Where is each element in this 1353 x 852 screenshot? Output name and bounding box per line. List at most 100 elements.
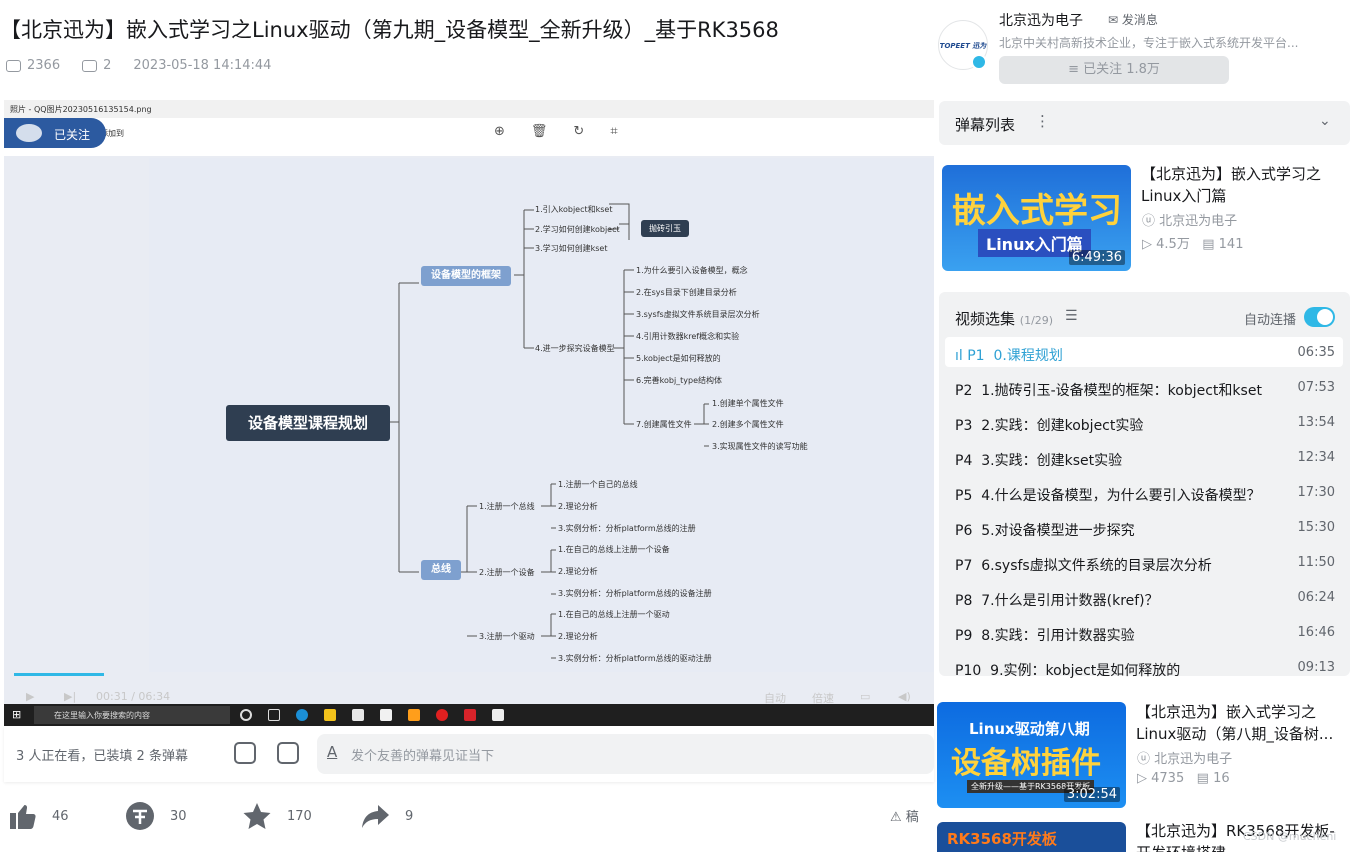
photo-viewer-toolbar (4, 118, 934, 156)
mindmap-leaf: 3.注册一个驱动 (479, 632, 535, 641)
rec-thumbnail[interactable]: 嵌入式学习 Linux入门篇 6:49:36 (942, 165, 1131, 271)
episode-number: P9 (955, 628, 973, 644)
play-button[interactable]: ▶ (26, 690, 34, 703)
playback-progress[interactable] (14, 673, 104, 676)
windows-start-icon: ⊞ (12, 708, 22, 721)
report-button[interactable]: ⚠ 稿 (890, 806, 919, 825)
episode-number: P4 (955, 453, 973, 469)
playlist-episode[interactable]: P10 9.实例：kobject是如何释放的 09:13 (955, 660, 1335, 680)
rec-author[interactable]: ⓤ 北京迅为电子 (1137, 748, 1232, 767)
mail-icon (380, 709, 392, 721)
star-icon (241, 800, 273, 832)
episode-duration: 06:24 (1297, 590, 1335, 605)
mindmap-leaf: 3.学习如何创建kset (535, 244, 608, 253)
playlist-title-text: 视频选集 (955, 310, 1016, 328)
playlist-episode[interactable]: P7 6.sysfs虚拟文件系统的目录层次分析 11:50 (955, 555, 1335, 575)
play-count-icon (6, 59, 21, 72)
playlist-episode[interactable]: P2 1.抛砖引玉-设备模型的框架：kobject和kset 07:53 (955, 380, 1335, 400)
thumbs-up-icon (6, 800, 38, 832)
volume-icon[interactable]: ◀) (898, 690, 911, 703)
viewer-tools: ⊕ 🗑 ↻ ⌗ (494, 124, 618, 139)
playlist-episode[interactable]: P4 3.实践：创建kset实验 12:34 (955, 450, 1335, 470)
mindmap-leaf: 4.引用计数器kref概念和实验 (636, 332, 740, 341)
rec-thumb-text: 嵌入式学习 (952, 191, 1122, 231)
danmaku-settings-icon[interactable] (277, 742, 299, 764)
rec-thumb-text: RK3568开发板 (947, 830, 1057, 848)
mindmap-leaf: 3.实例分析：分析platform总线的设备注册 (558, 589, 712, 598)
playlist-episode[interactable]: P5 4.什么是设备模型，为什么要引入设备模型？ 17:30 (955, 485, 1335, 505)
report-label: 稿 (905, 810, 919, 825)
rec-title[interactable]: 【北京迅为】嵌入式学习之Linux入门篇 (1141, 163, 1341, 207)
send-message-label: 发消息 (1121, 13, 1158, 27)
delete-icon: 🗑 (530, 124, 548, 139)
rec-author-name: 北京迅为电子 (1154, 752, 1233, 767)
playlist-episode[interactable]: P8 7.什么是引用计数器(kref)？ 06:24 (955, 590, 1335, 610)
app-icon (408, 709, 420, 721)
danmaku-list-panel[interactable]: 弹幕列表 ⋮ ⌄ (939, 101, 1350, 145)
video-player[interactable]: 照片 - QQ图片20230516135154.png ⊕ 🗑 ↻ ⌗ 添加到 … (4, 100, 934, 726)
next-button[interactable]: ▶| (64, 690, 76, 703)
up-icon: ⓤ (1137, 752, 1155, 767)
danmaku-toggle-icon[interactable]: ▭ (860, 690, 870, 703)
episode-duration: 17:30 (1297, 485, 1335, 500)
chevron-down-icon[interactable]: ⌄ (1319, 113, 1331, 129)
episode-title: 0.课程规划 (993, 348, 1063, 364)
uploader-name[interactable]: 北京迅为电子 (999, 10, 1083, 30)
send-message-link[interactable]: ✉ 发消息 (1108, 11, 1158, 28)
rec-title[interactable]: 【北京迅为】嵌入式学习之Linux驱动（第八期_设备树... (1136, 701, 1344, 745)
autoplay-toggle[interactable] (1304, 307, 1335, 327)
share-button[interactable]: 9 (359, 800, 413, 832)
playlist-episode[interactable]: P6 5.对设备模型进一步探究 15:30 (955, 520, 1335, 540)
rec-duration: 3:02:54 (1063, 787, 1120, 802)
rec-author[interactable]: ⓤ 北京迅为电子 (1142, 210, 1237, 229)
follow-button[interactable]: ≡ 已关注 1.8万 (999, 56, 1229, 84)
watermark: CSDN @mucheni (1243, 830, 1337, 843)
share-count: 9 (405, 808, 414, 824)
rec-danmaku: 141 (1218, 237, 1244, 252)
list-view-icon[interactable]: ☰ (1065, 308, 1078, 324)
danmaku-style-icon[interactable]: A (327, 743, 337, 761)
mindmap-branch-bus: 总线 (421, 560, 461, 580)
mindmap-center-node: 设备模型课程规划 (226, 405, 390, 441)
explorer-icon (324, 709, 336, 721)
episode-number: P5 (955, 488, 973, 504)
task-view-icon (268, 709, 280, 721)
player-follow-button[interactable]: 已关注 (4, 118, 106, 148)
episode-duration: 07:53 (1297, 380, 1335, 395)
rec-thumbnail[interactable]: RK3568开发板 (937, 822, 1126, 852)
more-icon[interactable]: ⋮ (1035, 112, 1050, 130)
record-icon (436, 709, 448, 721)
coin-button[interactable]: 30 (124, 800, 187, 832)
episode-number: P7 (955, 558, 973, 574)
danmaku-switch-icon[interactable] (234, 742, 256, 764)
video-meta: 2366 2 2023-05-18 14:14:44 (6, 58, 271, 73)
mindmap-leaf: 2.在sys目录下创建目录分析 (636, 288, 737, 297)
danmaku-info: 3 人正在看，已装填 2 条弹幕 (16, 749, 188, 764)
like-button[interactable]: 46 (6, 800, 69, 832)
playlist-episode[interactable]: P9 8.实践：引用计数器实验 16:46 (955, 625, 1335, 645)
mindmap-leaf: 3.实现属性文件的读写功能 (712, 442, 808, 451)
danmaku-count-icon: ▤ (1188, 771, 1214, 786)
rec-stats: ▷ 4.5万 ▤ 141 (1142, 233, 1243, 252)
mindmap-leaf: 1.在自己的总线上注册一个设备 (558, 545, 670, 554)
danmaku-input[interactable]: A 发个友善的弹幕见证当下 (317, 734, 934, 774)
episode-number: P1 (967, 348, 985, 364)
rec-author-name: 北京迅为电子 (1159, 214, 1238, 229)
mindmap-leaf: 2.创建多个属性文件 (712, 420, 784, 429)
episode-duration: 06:35 (1297, 345, 1335, 360)
mindmap-leaf: 1.引入kobject和kset (535, 205, 613, 214)
rec-thumb-text: Linux驱动第八期 (969, 720, 1090, 738)
verified-badge-icon (971, 54, 987, 70)
mindmap-leaf: 1.注册一个自己的总线 (558, 480, 638, 489)
rec-thumbnail[interactable]: Linux驱动第八期 设备树插件 全新升级——基于RK3568开发板 3:02:… (937, 702, 1126, 808)
episode-duration: 16:46 (1297, 625, 1335, 640)
rec-views: 4.5万 (1156, 237, 1190, 252)
playlist-episode[interactable]: P3 2.实践：创建kobject实验 13:54 (955, 415, 1335, 435)
share-arrow-icon (359, 800, 391, 832)
danmaku-count-icon: ▤ (1193, 237, 1219, 252)
danmaku-placeholder: 发个友善的弹幕见证当下 (351, 749, 495, 764)
zoom-icon: ⊕ (494, 124, 505, 139)
video-title: 【北京迅为】嵌入式学习之Linux驱动（第九期_设备模型_全新升级）_基于RK3… (0, 18, 779, 42)
playlist-episode[interactable]: ıl P1 0.课程规划 06:35 (955, 345, 1335, 365)
favorite-button[interactable]: 170 (241, 800, 312, 832)
